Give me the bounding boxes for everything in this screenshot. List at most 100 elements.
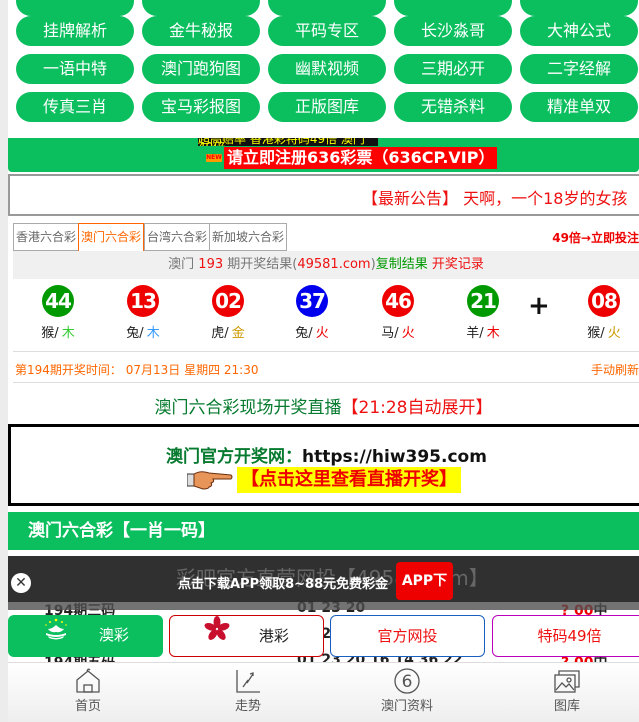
zodiac: 羊/ [466, 326, 484, 341]
notice-marquee[interactable]: 【最新公告】 天啊，一个18岁的女孩 [8, 174, 639, 216]
site-link[interactable]: 49581.com [297, 257, 370, 272]
category-pill[interactable] [394, 0, 512, 16]
nav-trend[interactable]: 走势 [198, 667, 298, 714]
official-url[interactable]: https://hiw395.com [302, 447, 487, 467]
macau-flag-icon [42, 616, 70, 656]
category-pill[interactable]: 无错杀料 [394, 92, 512, 122]
promo-banner[interactable]: 超高赔率 香港彩特码49倍 澳门49倍 NEW 请立即注册636彩票（636CP… [8, 138, 639, 172]
live-cta-row[interactable]: 【点击这里查看直播开奖】 [186, 467, 461, 493]
nav-home[interactable]: 首页 [38, 667, 138, 714]
next-draw-time: 第194期开奖时间： 07月13日 星期四 21:30 [15, 363, 259, 377]
pill-row: 传真三肖 宝马彩报图 正版图库 无错杀料 精准单双 [8, 92, 639, 122]
summary-suffix: 期开奖结果( [227, 257, 298, 272]
ball-zodiac-label: 虎/金 [198, 322, 258, 341]
hk-lottery-button[interactable]: 港彩 [169, 615, 324, 657]
notice-text: 【最新公告】 天啊，一个18岁的女孩 [362, 189, 628, 208]
copy-result-link[interactable]: 复制结果 [376, 257, 428, 272]
live-box[interactable]: 澳门官方开奖网：https://hiw395.com 【点击这里查看直播开奖】 [8, 424, 639, 506]
tab-singapore[interactable]: 新加坡六合彩 [209, 223, 288, 251]
category-pill[interactable] [142, 0, 260, 16]
promo-register-line[interactable]: NEW 请立即注册636彩票（636CP.VIP） [206, 147, 498, 169]
register-link[interactable]: 请立即注册636彩票（636CP.VIP） [224, 147, 498, 169]
divider [13, 382, 639, 383]
nav-home-label: 首页 [74, 699, 101, 714]
result-summary: 澳门 193 期开奖结果(49581.com)复制结果 开奖记录 [13, 251, 639, 279]
bet-now-link[interactable]: 49倍→立即投注 [552, 229, 639, 246]
promo-top-strip: 超高赔率 香港彩特码49倍 澳门49倍 [198, 138, 378, 146]
history-link[interactable]: 开奖记录 [432, 257, 484, 272]
bauhinia-flag-icon [204, 616, 230, 657]
nav-macau-data[interactable]: 6 澳门资料 [357, 667, 457, 714]
ball-zodiac-label: 兔/木 [113, 322, 173, 341]
app-download-banner: 彩吧官方直营网投【49581.com】 ✕ 点击下载APP领取8~88元免费彩金… [8, 556, 639, 627]
category-pill[interactable]: 传真三肖 [16, 92, 134, 122]
region-label: 澳门 [168, 257, 195, 272]
lottery-ball: 44 [42, 285, 74, 317]
tab-macau[interactable]: 澳门六合彩 [78, 223, 145, 251]
pill-row: 一语中特 澳门跑狗图 幽默视频 三期必开 二字经解 [8, 54, 639, 84]
divider [13, 351, 639, 352]
ball-zodiac-label: 马/火 [368, 322, 428, 341]
zodiac: 猴/ [587, 326, 605, 341]
live-title: 澳门六合彩现场开奖直播【21:28自动展开】 [154, 398, 493, 418]
watch-live-link[interactable]: 【点击这里查看直播开奖】 [237, 467, 461, 493]
ball-cell: 44 猴/木 [28, 285, 88, 341]
ball-cell: 37 兔/火 [282, 285, 342, 341]
element: 火 [607, 326, 621, 341]
category-pill[interactable] [16, 0, 134, 16]
lottery-ball: 08 [588, 285, 620, 317]
category-pill[interactable]: 澳门跑狗图 [142, 54, 260, 84]
ball-cell: 21 羊/木 [453, 285, 513, 341]
tab-hongkong[interactable]: 香港六合彩 [13, 223, 79, 251]
svg-text:6: 6 [402, 672, 413, 692]
zodiac: 马/ [381, 326, 399, 341]
macau-label: 澳彩 [98, 626, 129, 644]
pointing-hand-icon [186, 469, 233, 491]
trend-icon [198, 667, 298, 695]
zodiac: 兔/ [295, 326, 313, 341]
section-title: 澳门六合彩【一肖一码】 [8, 512, 639, 550]
category-pill[interactable] [520, 0, 638, 16]
hk-label: 港彩 [258, 627, 289, 645]
tab-taiwan[interactable]: 台湾六合彩 [144, 223, 210, 251]
element: 木 [146, 326, 160, 341]
official-site: 澳门官方开奖网：https://hiw395.com [11, 442, 639, 467]
close-icon[interactable]: ✕ [11, 573, 31, 593]
category-pill[interactable]: 三期必开 [394, 54, 512, 84]
category-pill[interactable] [268, 0, 386, 16]
ball-cell: 46 马/火 [368, 285, 428, 341]
six-circle-icon: 6 [357, 667, 457, 695]
new-badge-icon: NEW [206, 154, 222, 162]
category-pill[interactable]: 正版图库 [268, 92, 386, 122]
element: 木 [61, 326, 75, 341]
category-pill[interactable]: 二字经解 [520, 54, 638, 84]
category-pill[interactable]: 精准单双 [520, 92, 638, 122]
zodiac: 猴/ [41, 326, 59, 341]
category-pill[interactable]: 长沙淼哥 [394, 16, 512, 46]
lottery-ball: 02 [212, 285, 244, 317]
nav-gallery[interactable]: 图库 [517, 667, 617, 714]
element: 木 [486, 326, 500, 341]
category-pill[interactable]: 幽默视频 [268, 54, 386, 84]
category-pill[interactable]: 平码专区 [268, 16, 386, 46]
category-pill[interactable]: 挂牌解析 [16, 16, 134, 46]
category-pill[interactable]: 金牛秘报 [142, 16, 260, 46]
ball-zodiac-label: 猴/火 [574, 322, 634, 341]
element: 金 [231, 326, 245, 341]
category-pill[interactable]: 大神公式 [520, 16, 638, 46]
ball-zodiac-label: 羊/木 [453, 322, 513, 341]
app-download-button[interactable]: APP下载 [396, 562, 453, 627]
official-bet-button[interactable]: 官方网投 [330, 615, 485, 657]
special-code-button[interactable]: 特码49倍 [492, 615, 639, 657]
app-download-text[interactable]: 点击下载APP领取8~88元免费彩金 [178, 573, 388, 592]
plus-sign: + [528, 291, 550, 321]
official-label: 澳门官方开奖网： [166, 447, 303, 467]
period-number: 193 [198, 257, 224, 272]
pill-row: 挂牌解析 金牛秘报 平码专区 长沙淼哥 大神公式 [8, 16, 639, 46]
category-pill[interactable]: 一语中特 [16, 54, 134, 84]
category-pill[interactable]: 宝马彩报图 [142, 92, 260, 122]
home-icon [38, 667, 138, 695]
refresh-link[interactable]: 手动刷新 [591, 361, 639, 378]
pill-row [8, 0, 639, 16]
macau-lottery-button[interactable]: 澳彩 [8, 615, 163, 657]
